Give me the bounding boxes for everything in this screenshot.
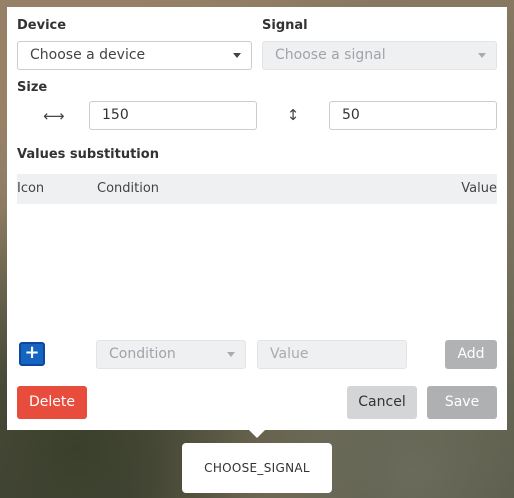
device-select[interactable]: Choose a device: [17, 41, 252, 70]
substitution-table-header: Icon Condition Value: [17, 174, 497, 204]
delete-button[interactable]: Delete: [17, 386, 87, 419]
signal-select[interactable]: Choose a signal: [262, 41, 497, 70]
cancel-button[interactable]: Cancel: [347, 386, 417, 419]
add-button[interactable]: Add: [445, 340, 497, 369]
add-icon-button[interactable]: +: [19, 342, 45, 366]
device-label: Device: [17, 18, 67, 33]
width-input[interactable]: 150: [89, 101, 257, 130]
values-substitution-title: Values substitution: [17, 147, 159, 162]
condition-select[interactable]: Condition: [96, 340, 246, 369]
height-input[interactable]: 50: [329, 101, 497, 130]
chevron-down-icon: [227, 352, 235, 357]
device-select-text: Choose a device: [30, 47, 146, 63]
chevron-down-icon: [233, 53, 241, 58]
column-condition: Condition: [97, 181, 160, 196]
edit-widget-dialog: Device Choose a device Signal Choose a s…: [7, 7, 507, 430]
tooltip-arrow: [249, 430, 265, 438]
signal-label: Signal: [262, 18, 308, 33]
value-placeholder: Value: [270, 346, 309, 362]
column-icon: Icon: [17, 181, 45, 196]
condition-select-text: Condition: [109, 346, 176, 362]
save-button[interactable]: Save: [427, 386, 497, 419]
size-label: Size: [17, 80, 48, 95]
plus-icon: +: [24, 342, 40, 363]
width-value: 150: [102, 107, 129, 123]
horizontal-resize-icon: ⟷: [43, 107, 65, 125]
column-value: Value: [461, 181, 497, 196]
substitution-table-body: [17, 204, 497, 332]
value-input[interactable]: Value: [257, 340, 407, 369]
signal-select-text: Choose a signal: [275, 47, 386, 63]
height-value: 50: [342, 107, 360, 123]
signal-widget-tooltip[interactable]: CHOOSE_SIGNAL: [182, 443, 332, 493]
chevron-down-icon: [478, 53, 486, 58]
vertical-resize-icon: ↕: [286, 106, 300, 124]
